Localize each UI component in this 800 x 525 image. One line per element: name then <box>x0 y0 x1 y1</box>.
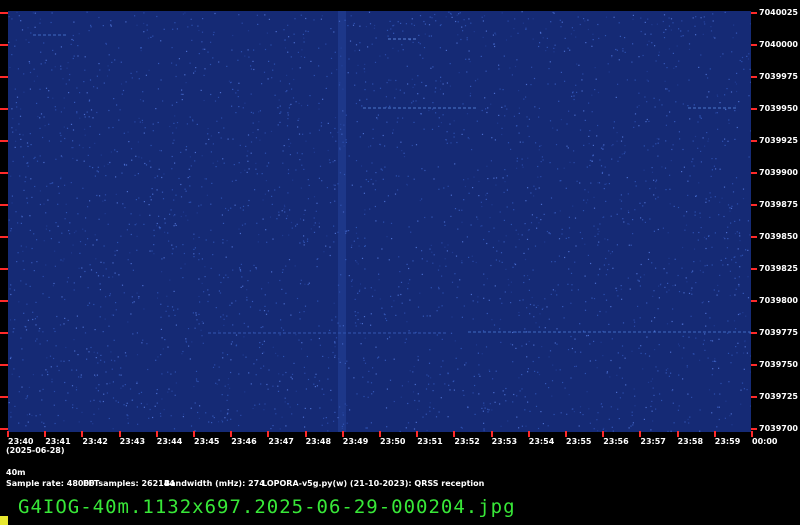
y-tick-left <box>0 108 8 110</box>
software-info: LOPORA-v5g.py(w) (21-10-2023): QRSS rece… <box>262 479 485 488</box>
y-tick-right <box>751 108 757 110</box>
bandwidth: Bandwidth (mHz): 274 <box>164 479 265 488</box>
y-label-8: 7039825 <box>759 264 798 273</box>
x-tick <box>44 431 47 437</box>
x-label-11: 23:51 <box>417 437 443 446</box>
y-tick-right <box>751 12 757 14</box>
y-tick-left <box>0 12 8 14</box>
x-tick <box>751 431 753 437</box>
y-tick-left <box>0 204 8 206</box>
y-label-6: 7039875 <box>759 200 798 209</box>
y-tick-left <box>0 428 8 430</box>
x-tick <box>379 431 381 437</box>
x-tick <box>155 431 158 437</box>
y-tick-right <box>751 300 757 302</box>
x-label-5: 23:45 <box>194 437 220 446</box>
x-tick <box>713 431 716 437</box>
x-tick <box>304 431 307 437</box>
x-label-8: 23:48 <box>305 437 332 446</box>
x-label-0: 23:40 <box>8 437 34 446</box>
waterfall-noise <box>8 11 751 432</box>
x-label-12: 23:52 <box>454 437 480 446</box>
y-label-4: 7039925 <box>759 136 798 145</box>
x-tick <box>341 431 344 437</box>
x-label-6: 23:46 <box>231 437 257 446</box>
y-tick-right <box>751 364 757 366</box>
fft-samples: FFTsamples: 262144 <box>83 479 175 488</box>
y-label-12: 7039725 <box>759 392 798 401</box>
x-tick <box>81 431 84 437</box>
x-label-3: 23:43 <box>119 437 146 446</box>
y-tick-right <box>751 236 757 238</box>
y-tick-right <box>751 268 757 270</box>
y-label-11: 7039750 <box>759 360 798 369</box>
y-tick-left <box>0 268 8 270</box>
x-label-10: 23:50 <box>380 437 406 446</box>
y-label-7: 7039850 <box>759 232 798 241</box>
sample-rate: Sample rate: 48000 <box>6 479 95 488</box>
x-label-20: 00:00 <box>752 437 778 446</box>
y-tick-left <box>0 396 8 398</box>
y-label-9: 7039800 <box>759 296 798 305</box>
y-tick-right <box>751 76 757 78</box>
y-tick-right <box>751 204 757 206</box>
x-tick <box>230 431 233 437</box>
y-tick-left <box>0 140 8 142</box>
x-label-15: 23:55 <box>566 437 592 446</box>
y-tick-left <box>0 172 8 174</box>
filename-caption: G4IOG-40m.1132x697.2025-06-29-000204.jpg <box>18 496 516 518</box>
x-tick <box>676 431 679 437</box>
y-tick-right <box>751 332 757 334</box>
x-label-16: 23:56 <box>603 437 629 446</box>
x-label-14: 23:54 <box>528 437 555 446</box>
x-label-7: 23:47 <box>268 437 294 446</box>
band-label: 40m <box>6 468 26 477</box>
x-tick <box>453 431 456 437</box>
x-tick <box>565 431 567 437</box>
x-label-13: 23:53 <box>491 437 518 446</box>
y-label-13: 7039700 <box>759 424 798 433</box>
x-label-2: 23:42 <box>82 437 108 446</box>
x-label-19: 23:59 <box>714 437 741 446</box>
y-tick-right <box>751 396 757 398</box>
x-tick <box>639 431 642 437</box>
y-label-10: 7039775 <box>759 328 798 337</box>
x-tick <box>602 431 605 437</box>
text-cursor <box>0 516 8 525</box>
y-tick-left <box>0 44 8 46</box>
x-tick <box>416 431 419 437</box>
x-label-1: 23:41 <box>45 437 71 446</box>
y-label-0: 7040025 <box>759 8 798 17</box>
y-tick-left <box>0 76 8 78</box>
x-label-4: 23:44 <box>156 437 183 446</box>
x-tick <box>118 431 121 437</box>
waterfall-plot <box>8 11 751 432</box>
x-tick <box>267 431 270 437</box>
y-tick-right <box>751 428 757 430</box>
y-tick-left <box>0 332 8 334</box>
x-label-17: 23:57 <box>640 437 666 446</box>
y-tick-left <box>0 300 8 302</box>
y-label-5: 7039900 <box>759 168 798 177</box>
x-label-18: 23:58 <box>677 437 704 446</box>
y-tick-left <box>0 364 8 366</box>
x-tick <box>527 431 530 437</box>
y-tick-right <box>751 172 757 174</box>
y-tick-left <box>0 236 8 238</box>
x-tick <box>7 431 9 437</box>
date-label: (2025-06-28) <box>6 446 65 455</box>
x-tick <box>490 431 493 437</box>
x-tick <box>193 431 195 437</box>
x-label-9: 23:49 <box>342 437 369 446</box>
y-tick-right <box>751 140 757 142</box>
y-tick-right <box>751 44 757 46</box>
y-label-1: 7040000 <box>759 40 798 49</box>
y-label-3: 7039950 <box>759 104 798 113</box>
y-label-2: 7039975 <box>759 72 798 81</box>
